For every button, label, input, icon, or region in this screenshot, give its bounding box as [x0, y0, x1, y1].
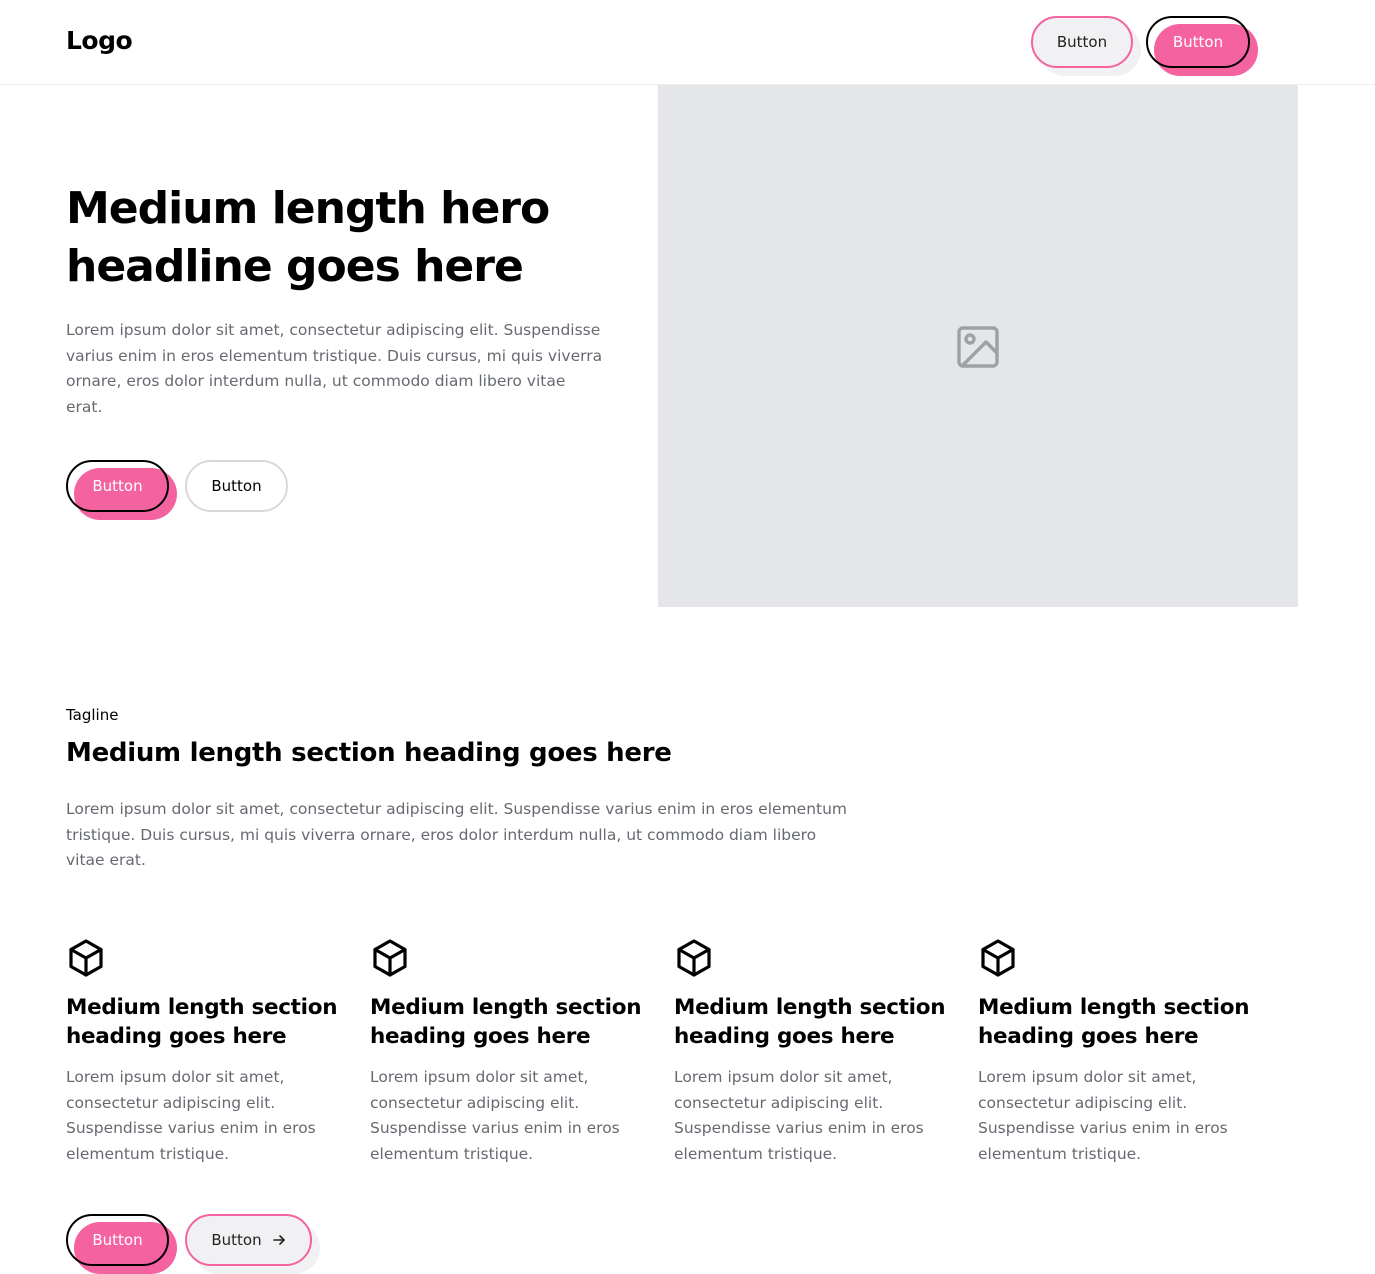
- arrow-right-icon: [272, 1235, 285, 1245]
- feature-text: Lorem ipsum dolor sit amet, consectetur …: [674, 1068, 924, 1163]
- section-heading: Medium length section heading goes here: [66, 738, 672, 768]
- hero-secondary-button-label: Button: [211, 477, 262, 495]
- feature-heading: Medium length section heading goes here: [674, 995, 946, 1049]
- navbar: Logo Button Button: [0, 0, 1375, 85]
- cube-icon: [981, 939, 1015, 977]
- section-secondary-button-label: Button: [211, 1231, 262, 1249]
- section-tagline: Tagline: [66, 706, 119, 724]
- image-icon: [957, 326, 999, 368]
- feature-heading: Medium length section heading goes here: [978, 995, 1250, 1049]
- section-text: Lorem ipsum dolor sit amet, consectetur …: [66, 800, 848, 869]
- hero-secondary-button[interactable]: Button: [185, 460, 288, 512]
- feature-text: Lorem ipsum dolor sit amet, consectetur …: [66, 1068, 316, 1163]
- feature-text: Lorem ipsum dolor sit amet, consectetur …: [978, 1068, 1228, 1163]
- feature-heading: Medium length section heading goes here: [370, 995, 642, 1049]
- cube-icon: [677, 939, 711, 977]
- feature-text: Lorem ipsum dolor sit amet, consectetur …: [370, 1068, 620, 1163]
- logo[interactable]: Logo: [66, 26, 133, 55]
- nav-primary-button[interactable]: Button: [1146, 16, 1258, 76]
- nav-primary-button-label: Button: [1172, 33, 1224, 51]
- cube-icon: [373, 939, 407, 977]
- hero-primary-button[interactable]: Button: [66, 460, 178, 520]
- section-primary-button[interactable]: Button: [66, 1214, 178, 1274]
- hero-headline: Medium length hero headline goes here: [66, 183, 550, 292]
- nav-secondary-button-label: Button: [1056, 33, 1108, 51]
- hero-primary-button-label: Button: [92, 477, 143, 495]
- section-secondary-button[interactable]: Button: [185, 1214, 321, 1274]
- feature-heading: Medium length section heading goes here: [66, 995, 338, 1049]
- hero-image-placeholder: [658, 85, 1298, 607]
- section-primary-button-label: Button: [92, 1231, 143, 1249]
- hero-text: Lorem ipsum dolor sit amet, consectetur …: [66, 321, 603, 416]
- cube-icon: [69, 939, 103, 977]
- nav-secondary-button[interactable]: Button: [1031, 16, 1141, 76]
